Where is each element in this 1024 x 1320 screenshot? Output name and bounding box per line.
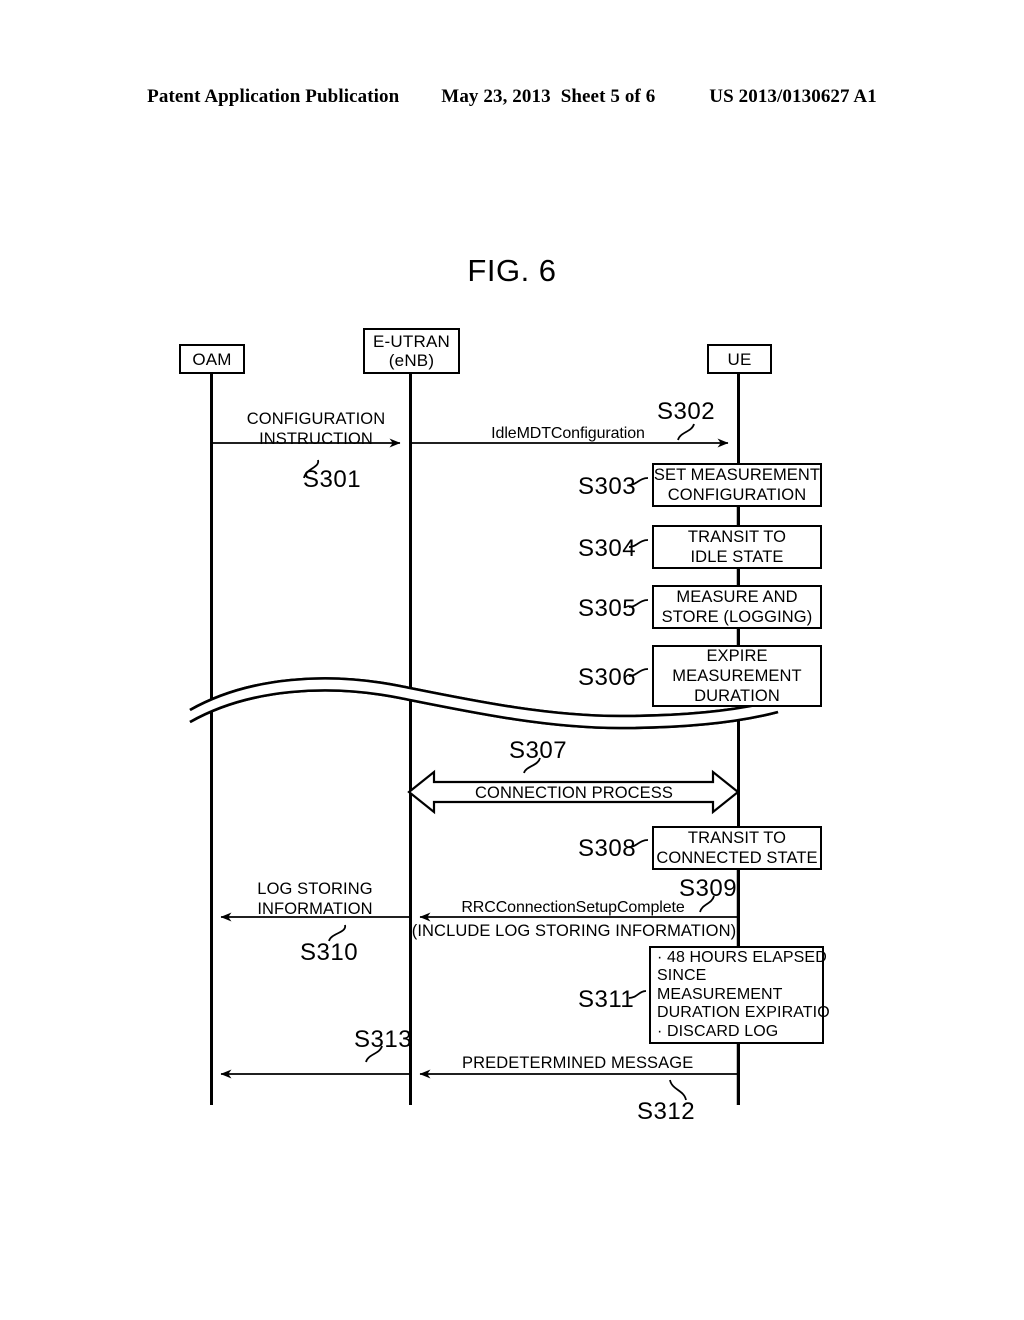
message-label-s302: IdleMDTConfiguration bbox=[478, 424, 658, 444]
process-box-s311-line1: · 48 HOURS ELAPSED bbox=[657, 948, 827, 966]
lifeline-oam bbox=[210, 374, 213, 1105]
message-label-s307-line1: CONNECTION PROCESS bbox=[475, 784, 673, 802]
leader-curve-s302 bbox=[677, 423, 695, 441]
process-box-s308-line2: CONNECTED STATE bbox=[656, 849, 818, 867]
message-label-s309-line1: RRCConnectionSetupComplete bbox=[461, 899, 685, 916]
process-box-s306: EXPIRE MEASUREMENT DURATION bbox=[652, 645, 822, 707]
step-label-s301: S301 bbox=[303, 466, 362, 493]
process-box-s308: TRANSIT TO CONNECTED STATE bbox=[652, 826, 822, 870]
process-box-s311-line2: SINCE bbox=[657, 967, 707, 985]
process-box-s306-line1: EXPIRE bbox=[706, 647, 768, 665]
process-box-s303-line2: CONFIGURATION bbox=[667, 486, 807, 504]
step-label-s313: S313 bbox=[354, 1026, 413, 1053]
process-box-s303-line1: SET MEASUREMENT bbox=[653, 466, 821, 484]
process-box-s305-line1: MEASURE AND bbox=[676, 588, 798, 606]
step-label-s307: S307 bbox=[509, 737, 568, 764]
message-label-s310: LOG STORING INFORMATION bbox=[245, 879, 385, 919]
process-box-s308-line1: TRANSIT TO bbox=[687, 829, 787, 847]
leader-curve-s312 bbox=[669, 1079, 687, 1101]
process-box-s304: TRANSIT TO IDLE STATE bbox=[652, 525, 822, 569]
process-box-s306-line3: DURATION bbox=[694, 687, 780, 705]
step-label-s304: S304 bbox=[578, 535, 637, 562]
step-label-s308: S308 bbox=[578, 835, 637, 862]
step-label-s310: S310 bbox=[300, 939, 359, 966]
step-label-s303: S303 bbox=[578, 473, 637, 500]
participant-oam: OAM bbox=[179, 344, 245, 374]
message-label-s309-line2: (INCLUDE LOG STORING INFORMATION) bbox=[411, 922, 737, 940]
message-label-s307: CONNECTION PROCESS bbox=[474, 783, 674, 803]
process-box-s305: MEASURE AND STORE (LOGGING) bbox=[652, 585, 822, 629]
process-box-s311-line4: DURATION EXPIRATIO bbox=[657, 1004, 830, 1022]
diagram-vector-overlay bbox=[189, 423, 779, 1105]
participant-ue: UE bbox=[707, 344, 772, 374]
message-label-s312: PREDETERMINED MESSAGE bbox=[462, 1053, 694, 1073]
process-box-s311-line5: · DISCARD LOG bbox=[657, 1022, 779, 1040]
sequence-diagram: OAM E-UTRAN (eNB) UE SET MEASUREMENT CON… bbox=[0, 0, 1024, 1320]
step-label-s302: S302 bbox=[657, 398, 716, 425]
step-label-s311: S311 bbox=[578, 986, 635, 1013]
step-label-s309: S309 bbox=[679, 875, 738, 902]
message-label-s312-line1: PREDETERMINED MESSAGE bbox=[462, 1054, 694, 1072]
process-box-s311: · 48 HOURS ELAPSED SINCE MEASUREMENT DUR… bbox=[649, 946, 830, 1044]
participant-enb-label-line1: E-UTRAN bbox=[373, 332, 450, 351]
participant-oam-label: OAM bbox=[192, 349, 232, 369]
participant-ue-label: UE bbox=[727, 349, 752, 369]
step-label-s312: S312 bbox=[637, 1098, 696, 1125]
message-label-s310-line2: INFORMATION bbox=[257, 900, 373, 918]
process-box-s311-line3: MEASUREMENT bbox=[657, 985, 783, 1003]
message-label-s301-line1: CONFIGURATION bbox=[246, 410, 386, 428]
process-box-s306-line2: MEASUREMENT bbox=[672, 667, 802, 685]
message-label-s301: CONFIGURATION INSTRUCTION bbox=[246, 409, 386, 449]
message-label-s309-note: (INCLUDE LOG STORING INFORMATION) bbox=[409, 921, 739, 941]
participant-eutran-enb: E-UTRAN (eNB) bbox=[363, 328, 460, 374]
message-label-s301-line2: INSTRUCTION bbox=[259, 430, 373, 448]
message-label-s309: RRCConnectionSetupComplete bbox=[443, 898, 703, 918]
process-box-s305-line2: STORE (LOGGING) bbox=[661, 608, 813, 626]
participant-enb-label-line2: (eNB) bbox=[388, 351, 435, 370]
lifeline-enb bbox=[409, 374, 412, 1105]
process-box-s304-line1: TRANSIT TO bbox=[687, 528, 787, 546]
message-label-s302-line1: IdleMDTConfiguration bbox=[491, 425, 645, 442]
message-label-s310-line1: LOG STORING bbox=[257, 880, 373, 898]
step-label-s306: S306 bbox=[578, 664, 637, 691]
process-box-s303: SET MEASUREMENT CONFIGURATION bbox=[652, 463, 822, 507]
step-label-s305: S305 bbox=[578, 595, 637, 622]
process-box-s304-line2: IDLE STATE bbox=[690, 548, 784, 566]
